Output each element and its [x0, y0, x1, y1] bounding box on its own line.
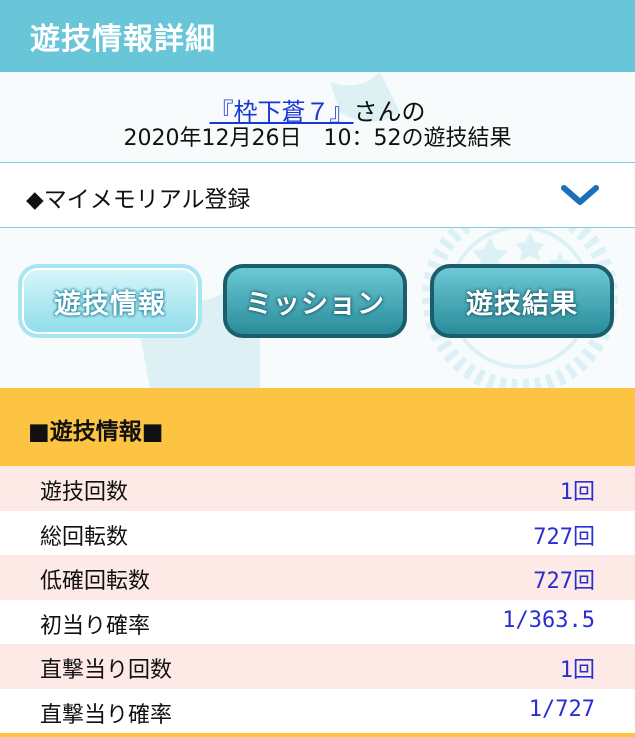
tab-play-info-label: 遊技情報: [54, 288, 166, 320]
stat-value: 727回: [533, 524, 595, 550]
user-name-link[interactable]: 『枠下蒼７』: [210, 98, 354, 126]
stat-label: 直撃当り回数: [40, 658, 173, 683]
play-stats-table: 遊技回数 1回 総回転数 727回 低確回転数 727回 初当り確率 1/363…: [0, 466, 635, 733]
tab-play-info[interactable]: 遊技情報: [18, 264, 202, 338]
tab-mission[interactable]: ミッション: [223, 264, 407, 338]
stat-label: 初当り確率: [40, 613, 151, 639]
stat-label: 低確回転数: [40, 569, 151, 594]
stat-label: 遊技回数: [40, 480, 129, 505]
play-result-summary: 『枠下蒼７』さんの 2020年12月26日 10：52の遊技結果: [0, 90, 635, 162]
table-row: 総回転数 727回: [0, 510, 635, 555]
stat-value: 1回: [559, 658, 595, 683]
play-datetime: 2020年12月26日 10：52の遊技結果: [123, 126, 512, 151]
app-header: 遊技情報詳細: [0, 0, 635, 72]
chevron-down-icon[interactable]: [560, 180, 600, 210]
my-memorial-register-bar[interactable]: ◆マイメモリアル登録: [0, 162, 635, 228]
bottom-divider: [0, 733, 635, 737]
stat-value: 1/363.5: [502, 607, 595, 633]
user-line: 『枠下蒼７』さんの: [0, 98, 635, 126]
table-row: 直撃当り確率 1/727: [0, 688, 635, 733]
tab-play-result[interactable]: 遊技結果: [430, 264, 614, 338]
section-header-play-info: ■遊技情報■: [0, 388, 635, 466]
stat-value: 1/727: [528, 696, 595, 722]
stat-label: 直撃当り確率: [40, 702, 173, 728]
table-row: 直撃当り回数 1回: [0, 644, 635, 689]
user-suffix: さんの: [353, 98, 426, 126]
tab-mission-label: ミッション: [245, 288, 385, 320]
page-title: 遊技情報詳細: [30, 22, 216, 57]
my-memorial-label: ◆マイメモリアル登録: [26, 187, 251, 213]
table-row: 低確回転数 727回: [0, 555, 635, 600]
stat-value: 727回: [533, 569, 595, 594]
tab-play-result-label: 遊技結果: [466, 288, 578, 320]
table-row: 初当り確率 1/363.5: [0, 599, 635, 644]
stat-value: 1回: [559, 480, 595, 505]
table-row: 遊技回数 1回: [0, 466, 635, 511]
stat-label: 総回転数: [40, 524, 129, 550]
section-title: ■遊技情報■: [28, 419, 164, 445]
